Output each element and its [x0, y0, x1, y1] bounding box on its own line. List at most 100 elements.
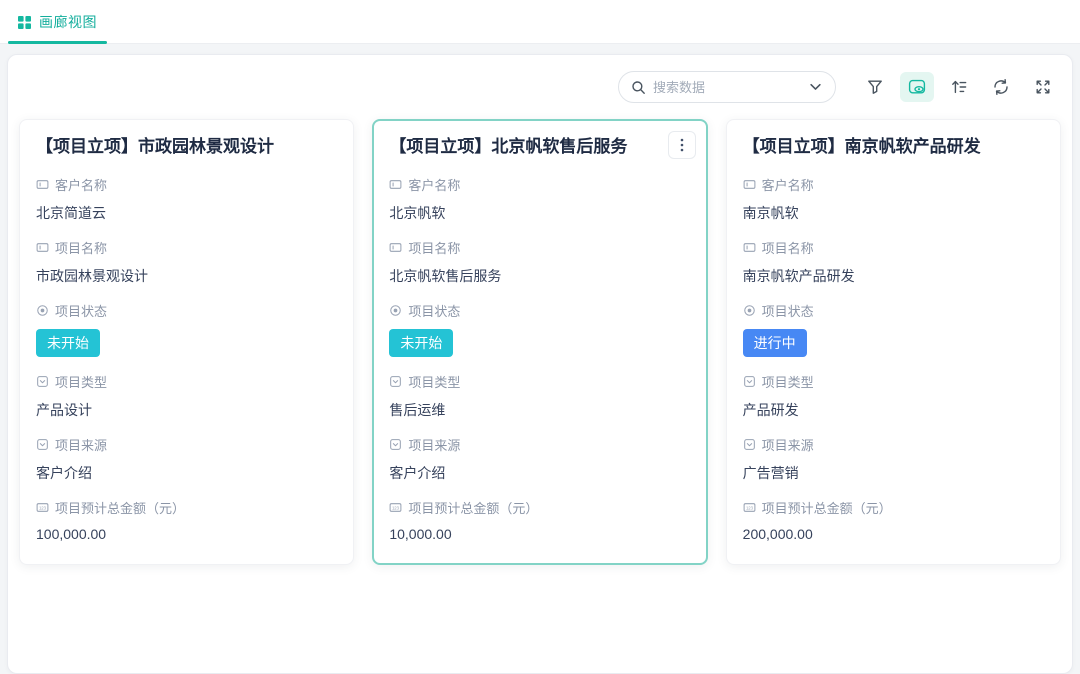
field-value: 广告营销 — [743, 463, 1044, 483]
text-field-icon — [389, 241, 402, 254]
select-field-icon — [36, 375, 49, 388]
field-value: 市政园林景观设计 — [36, 266, 337, 286]
field-value: 客户介绍 — [389, 463, 690, 483]
refresh-icon — [992, 78, 1010, 96]
tab-gallery-view[interactable]: 画廊视图 — [8, 0, 107, 44]
sort-icon — [950, 78, 968, 96]
field-value: 客户介绍 — [36, 463, 337, 483]
sort-button[interactable] — [942, 72, 976, 102]
field-label: 项目预计总金额（元） — [36, 498, 337, 517]
field-label: 项目名称 — [36, 238, 337, 257]
field-label: 项目类型 — [743, 372, 1044, 391]
tab-label: 画廊视图 — [39, 12, 97, 32]
toolbar — [8, 71, 1060, 103]
field-label: 项目名称 — [389, 238, 690, 257]
field-label: 客户名称 — [36, 175, 337, 194]
field-value: 200,000.00 — [743, 526, 1044, 542]
field-value: 北京简道云 — [36, 203, 337, 223]
search-box[interactable] — [618, 71, 836, 103]
fullscreen-button[interactable] — [1026, 72, 1060, 102]
search-icon — [631, 80, 646, 95]
card-eye-icon — [908, 78, 926, 96]
field-label: 客户名称 — [743, 175, 1044, 194]
card-list: 【项目立项】市政园林景观设计 客户名称 北京简道云 项目名称 市政园林景观设计 … — [8, 103, 1072, 565]
text-field-icon — [743, 241, 756, 254]
expand-icon — [1034, 78, 1052, 96]
field-label-text: 项目来源 — [408, 435, 460, 454]
tab-bar: 画廊视图 — [0, 0, 1080, 44]
field-label-text: 项目来源 — [55, 435, 107, 454]
field-label-text: 项目预计总金额（元） — [408, 498, 538, 517]
gallery-panel: 【项目立项】市政园林景观设计 客户名称 北京简道云 项目名称 市政园林景观设计 … — [7, 54, 1073, 674]
status-badge: 进行中 — [743, 329, 807, 357]
select-field-icon — [36, 438, 49, 451]
field-label-text: 项目类型 — [408, 372, 460, 391]
field-label: 项目来源 — [389, 435, 690, 454]
field-label-text: 项目状态 — [55, 301, 107, 320]
field-value: 南京帆软 — [743, 203, 1044, 223]
active-tab-underline — [8, 41, 107, 44]
text-field-icon — [36, 241, 49, 254]
search-input[interactable] — [653, 80, 808, 95]
gallery-card[interactable]: 【项目立项】南京帆软产品研发 客户名称 南京帆软 项目名称 南京帆软产品研发 项… — [726, 119, 1061, 565]
field-label: 项目名称 — [743, 238, 1044, 257]
filter-button[interactable] — [858, 72, 892, 102]
field-value: 北京帆软售后服务 — [389, 266, 690, 286]
field-label-text: 项目名称 — [408, 238, 460, 257]
field-label-text: 项目预计总金额（元） — [55, 498, 185, 517]
field-label: 项目来源 — [743, 435, 1044, 454]
text-field-icon — [36, 178, 49, 191]
field-label-text: 项目类型 — [55, 372, 107, 391]
field-label-text: 项目状态 — [408, 301, 460, 320]
number-field-icon — [389, 501, 402, 514]
field-value: 产品设计 — [36, 400, 337, 420]
field-label: 项目类型 — [36, 372, 337, 391]
card-more-button[interactable] — [668, 131, 696, 159]
status-badge: 未开始 — [36, 329, 100, 357]
select-field-icon — [389, 375, 402, 388]
field-value: 10,000.00 — [389, 526, 690, 542]
text-field-icon — [389, 178, 402, 191]
grid-icon — [18, 16, 31, 29]
field-value: 北京帆软 — [389, 203, 690, 223]
field-label-text: 项目名称 — [762, 238, 814, 257]
field-label: 项目状态 — [743, 301, 1044, 320]
text-field-icon — [743, 178, 756, 191]
card-title: 【项目立项】南京帆软产品研发 — [743, 134, 1044, 160]
field-label-text: 项目来源 — [762, 435, 814, 454]
search-field-dropdown[interactable] — [808, 81, 823, 93]
radio-field-icon — [36, 304, 49, 317]
field-value: 100,000.00 — [36, 526, 337, 542]
field-label-text: 项目状态 — [762, 301, 814, 320]
field-label: 项目状态 — [36, 301, 337, 320]
field-label: 项目类型 — [389, 372, 690, 391]
funnel-icon — [866, 78, 884, 96]
kebab-menu-icon — [680, 138, 684, 152]
field-label-text: 项目预计总金额（元） — [762, 498, 892, 517]
field-label: 项目来源 — [36, 435, 337, 454]
display-settings-button[interactable] — [900, 72, 934, 102]
number-field-icon — [36, 501, 49, 514]
radio-field-icon — [389, 304, 402, 317]
gallery-card[interactable]: 【项目立项】北京帆软售后服务 客户名称 北京帆软 项目名称 北京帆软售后服务 项… — [372, 119, 707, 565]
field-label-text: 项目类型 — [762, 372, 814, 391]
refresh-button[interactable] — [984, 72, 1018, 102]
field-label-text: 项目名称 — [55, 238, 107, 257]
field-value: 产品研发 — [743, 400, 1044, 420]
field-label: 项目预计总金额（元） — [743, 498, 1044, 517]
card-title: 【项目立项】北京帆软售后服务 — [389, 134, 690, 160]
select-field-icon — [743, 375, 756, 388]
gallery-card[interactable]: 【项目立项】市政园林景观设计 客户名称 北京简道云 项目名称 市政园林景观设计 … — [19, 119, 354, 565]
field-value: 售后运维 — [389, 400, 690, 420]
card-title: 【项目立项】市政园林景观设计 — [36, 134, 337, 160]
number-field-icon — [743, 501, 756, 514]
field-value: 南京帆软产品研发 — [743, 266, 1044, 286]
select-field-icon — [389, 438, 402, 451]
field-label-text: 客户名称 — [408, 175, 460, 194]
radio-field-icon — [743, 304, 756, 317]
status-badge: 未开始 — [389, 329, 453, 357]
field-label: 项目预计总金额（元） — [389, 498, 690, 517]
field-label: 项目状态 — [389, 301, 690, 320]
field-label: 客户名称 — [389, 175, 690, 194]
chevron-down-icon — [810, 83, 821, 91]
